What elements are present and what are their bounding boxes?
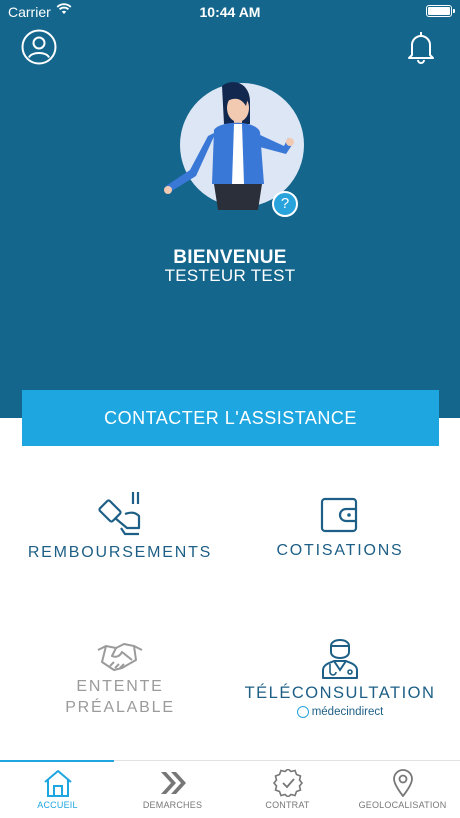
tile-teleconsultation-label: TÉLÉCONSULTATION (244, 684, 436, 702)
tile-entente-label-line2: PRÉALABLE (65, 699, 175, 716)
medecin-direct-logo-icon (296, 706, 309, 718)
map-pin-icon (392, 769, 413, 797)
bell-icon[interactable] (402, 28, 440, 66)
contact-assistance-button[interactable]: CONTACTER L'ASSISTANCE (22, 390, 439, 446)
battery-icon (426, 5, 455, 17)
double-chevron-icon (160, 772, 186, 794)
tab-accueil-label: ACCUEIL (37, 800, 78, 810)
tab-contrat[interactable]: CONTRAT (230, 761, 345, 818)
tab-accueil[interactable]: ACCUEIL (0, 761, 115, 818)
wallet-icon (320, 497, 358, 533)
profile-icon[interactable] (20, 28, 58, 66)
badge-check-icon (272, 769, 303, 797)
tile-cotisations-label: COTISATIONS (276, 542, 404, 559)
status-time: 10:44 AM (199, 4, 261, 20)
medecin-direct-partner: médecindirect (240, 706, 440, 718)
help-badge[interactable]: ? (272, 191, 298, 217)
doctor-icon (322, 639, 358, 679)
tab-geolocalisation-label: GEOLOCALISATION (358, 800, 447, 810)
status-bar: Carrier 10:44 AM (0, 0, 460, 24)
tab-contrat-label: CONTRAT (265, 800, 310, 810)
tab-demarches-label: DEMARCHES (142, 800, 203, 810)
user-name: TESTEUR TEST (164, 266, 296, 285)
header-banner: Carrier 10:44 AM ? BIENVENUE TESTEUR TES… (0, 0, 460, 418)
tile-entente-prealable[interactable]: ENTENTE PRÉALABLE (40, 638, 200, 716)
tile-remboursements-label: REMBOURSEMENTS (27, 544, 213, 561)
handshake-icon (97, 643, 143, 671)
medecin-direct-label: médecindirect (311, 706, 384, 718)
tile-teleconsultation[interactable]: TÉLÉCONSULTATION médecindirect (240, 634, 440, 718)
tile-remboursements[interactable]: REMBOURSEMENTS (20, 490, 220, 562)
bottom-tab-bar: ACCUEIL DEMARCHES CONTRAT GEOLOCALISATIO… (0, 760, 460, 818)
tile-entente-label-line1: ENTENTE (76, 678, 164, 695)
reimbursement-hand-icon (98, 492, 141, 536)
tab-geolocalisation[interactable]: GEOLOCALISATION (345, 761, 460, 818)
tab-demarches[interactable]: DEMARCHES (115, 761, 230, 818)
home-icon (43, 770, 72, 797)
tile-cotisations[interactable]: COTISATIONS (240, 496, 440, 560)
